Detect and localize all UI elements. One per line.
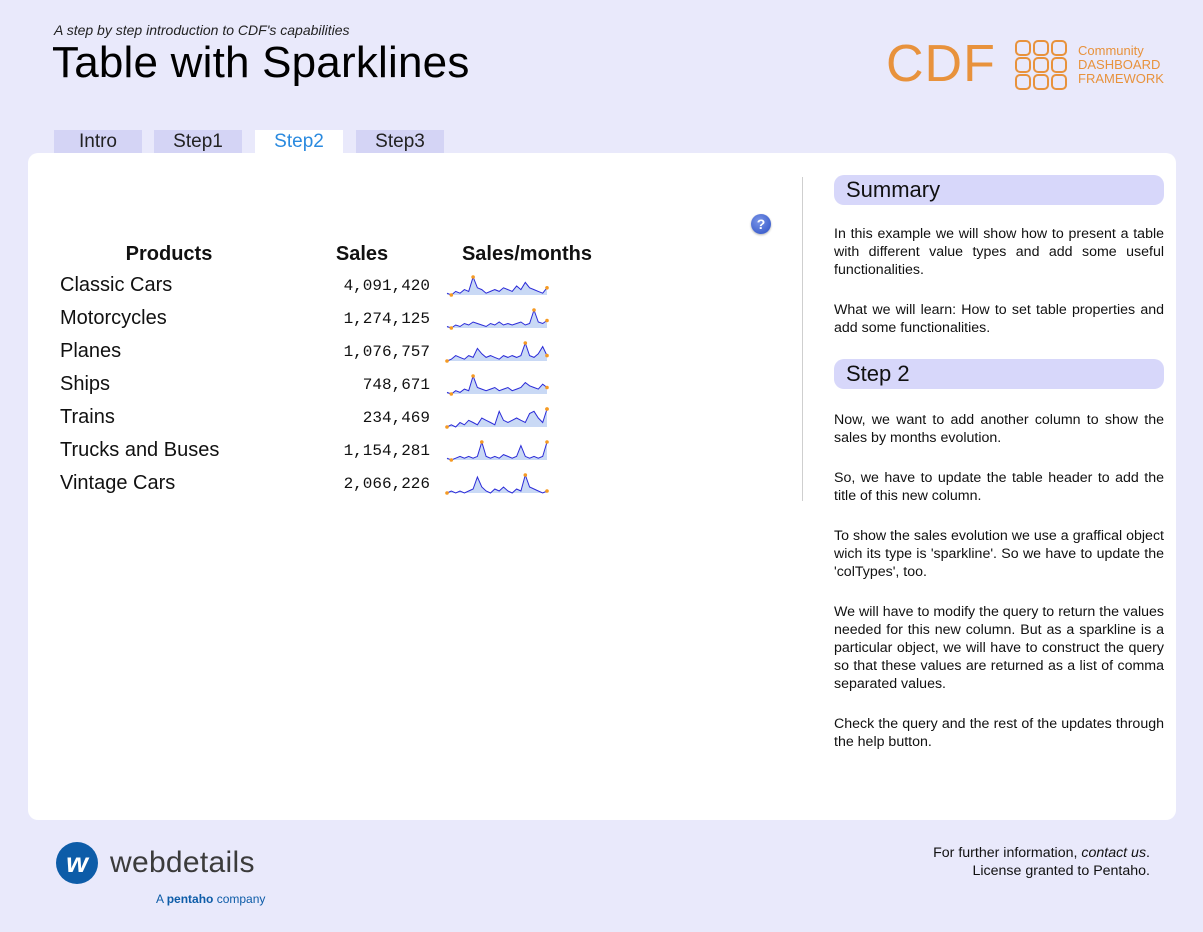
product-cell: Trains	[60, 406, 115, 428]
sparkline-min-marker	[449, 457, 454, 462]
sparkline	[446, 373, 549, 396]
footer-contact-line: For further information, contact us.	[933, 845, 1150, 861]
tab-step1[interactable]: Step1	[154, 130, 242, 154]
sparkline-max-marker	[523, 472, 528, 477]
sparkline-cell	[442, 335, 612, 368]
table-row: Classic Cars 4,091,420	[56, 269, 612, 302]
sparkline-last-marker	[545, 318, 549, 322]
footer-license: License granted to Pentaho.	[972, 863, 1150, 879]
product-cell: Ships	[60, 373, 111, 395]
sparkline	[446, 439, 549, 462]
sales-cell: 234,469	[362, 408, 430, 427]
cdf-logo-tagline: Community DASHBOARD FRAMEWORK	[1078, 43, 1164, 86]
step-paragraph: To show the sales evolution we use a gra…	[834, 528, 1164, 580]
tab-intro[interactable]: Intro	[54, 130, 142, 154]
sparkline	[446, 274, 549, 297]
sparkline	[445, 472, 549, 495]
sparkline-max-marker	[523, 340, 528, 345]
sparkline-min-marker	[445, 358, 449, 363]
table-row: Motorcycles 1,274,125	[56, 302, 612, 335]
sparkline	[445, 340, 549, 363]
summary-heading: Summary	[834, 175, 1164, 205]
column-divider	[802, 177, 803, 501]
product-cell: Planes	[60, 340, 122, 362]
table-row: Trucks and Buses 1,154,281	[56, 434, 612, 467]
step-heading: Step 2	[834, 359, 1164, 389]
contact-us-link[interactable]: contact us	[1081, 845, 1146, 861]
sparkline-max-marker	[471, 373, 475, 378]
sparkline-last-marker	[545, 285, 549, 290]
sparkline-max-marker	[471, 274, 475, 279]
product-cell: Vintage Cars	[60, 472, 176, 494]
sales-table: Products Sales Sales/months Classic Cars…	[56, 239, 612, 500]
sales-cell: 1,154,281	[343, 441, 430, 460]
webdetails-mark-icon: w	[56, 842, 98, 884]
column-header-products: Products	[125, 242, 213, 265]
page-subtitle: A step by step introduction to CDF's cap…	[54, 22, 350, 38]
summary-paragraph: What we will learn: How to set table pro…	[834, 302, 1164, 336]
page-title: Table with Sparklines	[52, 38, 470, 87]
sparkline-min-marker	[449, 292, 454, 297]
sparkline-min-marker	[449, 325, 454, 330]
sparkline-last-marker	[545, 488, 549, 493]
sparkline-cell	[442, 401, 612, 434]
sparkline-min-marker	[445, 490, 449, 495]
product-cell: Trucks and Buses	[60, 439, 220, 461]
table-row: Vintage Cars 2,066,226	[56, 467, 612, 500]
sparkline-cell	[442, 467, 612, 500]
sidebar: Summary In this example we will show how…	[834, 175, 1164, 751]
table-row: Ships 748,671	[56, 368, 612, 401]
sparkline-area	[447, 276, 547, 295]
column-header-sales: Sales	[335, 242, 389, 265]
table-row: Trains 234,469	[56, 401, 612, 434]
sales-cell: 2,066,226	[343, 474, 430, 493]
cdf-logo-text: CDF	[886, 35, 996, 93]
cdf-logo: CDF Community DASHBOARD FRAMEWORK	[886, 35, 1176, 96]
webdetails-tagline: A pentaho company	[156, 892, 266, 906]
webdetails-name: webdetails	[110, 846, 255, 879]
help-icon[interactable]: ?	[751, 214, 771, 234]
sparkline-min-marker	[445, 424, 449, 429]
product-cell: Motorcycles	[60, 307, 167, 329]
sparkline-last-marker	[545, 439, 549, 444]
step-paragraph: Check the query and the rest of the upda…	[834, 716, 1164, 750]
sparkline	[446, 307, 549, 330]
table-row: Planes 1,076,757	[56, 335, 612, 368]
sparkline-max-marker	[532, 307, 536, 312]
sparkline-cell	[442, 302, 612, 335]
sparkline-last-marker	[545, 385, 549, 389]
main-panel: ? Products Sales Sales/months Classic Ca…	[28, 153, 1176, 820]
summary-paragraph: In this example we will show how to pres…	[834, 226, 1164, 278]
step-paragraph: Now, we want to add another column to sh…	[834, 412, 1164, 446]
sparkline-last-marker	[545, 353, 549, 357]
table-header-row: Products Sales Sales/months	[56, 239, 612, 269]
step-paragraph: So, we have to update the table header t…	[834, 470, 1164, 504]
sales-cell: 1,076,757	[343, 342, 430, 361]
product-cell: Classic Cars	[60, 274, 173, 296]
column-header-sales-months: Sales/months	[461, 242, 593, 265]
sales-cell: 1,274,125	[343, 309, 430, 328]
sales-cell: 4,091,420	[343, 276, 430, 295]
cdf-grid-icon	[1015, 40, 1067, 90]
sparkline-last-marker	[545, 406, 549, 411]
sparkline-line	[446, 439, 548, 461]
sparkline-cell	[442, 368, 612, 401]
tab-step2[interactable]: Step2	[255, 130, 343, 154]
sales-cell: 748,671	[362, 375, 430, 394]
sparkline	[445, 406, 549, 429]
sparkline-cell	[442, 434, 612, 467]
sparkline-min-marker	[449, 391, 454, 396]
footer-info: For further information, contact us. Lic…	[933, 844, 1150, 880]
sparkline-max-marker	[480, 439, 484, 444]
step-paragraph: We will have to modify the query to retu…	[834, 604, 1164, 692]
tab-step3[interactable]: Step3	[356, 130, 444, 154]
sparkline-cell	[442, 269, 612, 302]
